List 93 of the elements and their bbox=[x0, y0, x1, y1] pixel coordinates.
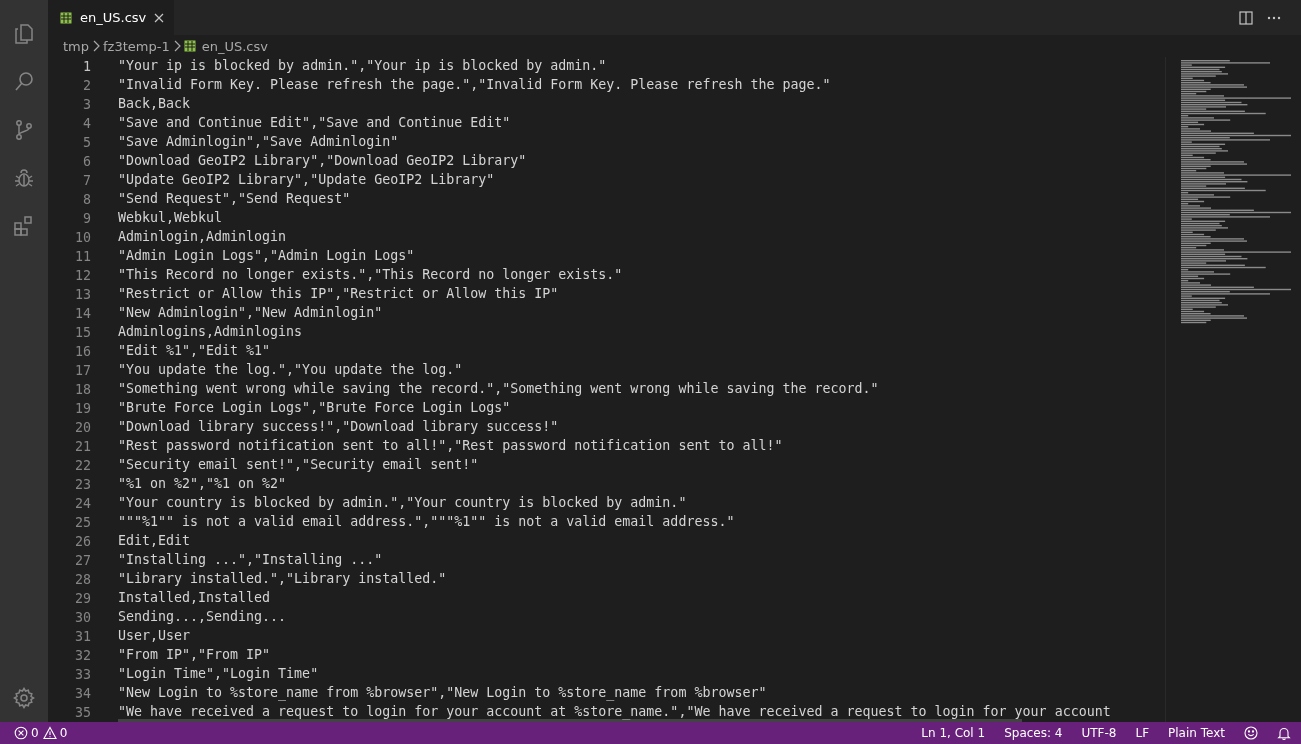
line-number: 21 bbox=[74, 438, 91, 456]
code-line: "Something went wrong while saving the record.","Something went wrong while saving the record." bbox=[118, 382, 879, 396]
warning-icon bbox=[42, 726, 57, 740]
code-line: "Download GeoIP2 Library","Download GeoIP2 Library" bbox=[118, 154, 527, 168]
line-number: 34 bbox=[74, 685, 91, 703]
chevron-icon bbox=[172, 40, 181, 52]
line-number: 6 bbox=[82, 153, 91, 171]
code-line: "Your country is blocked by admin.","Your country is blocked by admin." bbox=[118, 496, 687, 510]
code-line: Edit,Edit bbox=[118, 534, 191, 548]
line-number: 11 bbox=[74, 248, 91, 266]
code-line: "Security email sent!","Security email sent!" bbox=[118, 458, 479, 472]
line-number: 29 bbox=[74, 590, 91, 608]
code-line: "This Record no longer exists.","This Record no longer exists." bbox=[118, 268, 623, 282]
line-number: 3 bbox=[82, 96, 91, 114]
line-number: 23 bbox=[74, 476, 91, 494]
code-line: "You update the log.","You update the log." bbox=[118, 363, 463, 377]
line-number: 13 bbox=[74, 286, 91, 304]
code-line: "Brute Force Login Logs","Brute Force Login Logs" bbox=[118, 401, 511, 415]
code-line: "New Login to %store_name from %browser","New Login to %store_name from %browser" bbox=[118, 686, 767, 700]
code-line: Adminlogins,Adminlogins bbox=[118, 325, 303, 339]
more-icon[interactable] bbox=[1267, 15, 1281, 20]
line-number: 16 bbox=[74, 343, 91, 361]
line-number: 33 bbox=[74, 666, 91, 684]
bell-icon[interactable] bbox=[1277, 726, 1291, 740]
line-number: 24 bbox=[74, 495, 91, 513]
line-number: 1 bbox=[82, 58, 91, 76]
chevron-icon bbox=[92, 40, 100, 52]
split-editor-icon[interactable] bbox=[1239, 10, 1253, 25]
status-item[interactable]: Spaces: 4 bbox=[1004, 726, 1063, 740]
line-number: 26 bbox=[74, 533, 91, 551]
breadcrumb-item[interactable]: tmp bbox=[63, 38, 89, 54]
code-line: "Invalid Form Key. Please refresh the page.","Invalid Form Key. Please refresh the page." bbox=[118, 78, 831, 92]
error-icon bbox=[14, 726, 28, 740]
line-number: 7 bbox=[82, 172, 91, 190]
line-number: 22 bbox=[74, 457, 91, 475]
code-line: "Update GeoIP2 Library","Update GeoIP2 Library" bbox=[118, 173, 495, 187]
code-line: Installed,Installed bbox=[118, 591, 271, 605]
line-number: 32 bbox=[74, 647, 91, 665]
line-number: 31 bbox=[74, 628, 91, 646]
code-line: "Login Time","Login Time" bbox=[118, 667, 319, 681]
code-line: "Rest password notification sent to all!","Rest password notification sent to all!" bbox=[118, 439, 783, 453]
line-number: 15 bbox=[74, 324, 91, 342]
code-line: """%1"" is not a valid email address.","""%1"" is not a valid email address." bbox=[118, 515, 735, 529]
editor-tab[interactable]: en_US.csv bbox=[48, 0, 175, 35]
status-item[interactable]: LF bbox=[1135, 726, 1150, 740]
line-number: 25 bbox=[74, 514, 91, 532]
line-number: 18 bbox=[74, 381, 91, 399]
line-number: 10 bbox=[74, 229, 91, 247]
spreadsheet-icon bbox=[183, 40, 196, 52]
warning-count[interactable]: 0 bbox=[59, 726, 68, 740]
line-number: 27 bbox=[74, 552, 91, 570]
line-number: 19 bbox=[74, 400, 91, 418]
horizontal-scrollbar[interactable] bbox=[118, 719, 1022, 722]
line-number: 17 bbox=[74, 362, 91, 380]
line-number: 35 bbox=[74, 704, 91, 722]
code-line: "We have received a request to login for your account at %store_name.","We have received a request to login for your account bbox=[118, 705, 1111, 719]
code-line: "Save Adminlogin","Save Adminlogin" bbox=[118, 135, 399, 149]
code-line: "Installing ...","Installing ..." bbox=[118, 553, 383, 567]
code-line: "Download library success!","Download library success!" bbox=[118, 420, 559, 434]
code-line: "Admin Login Logs","Admin Login Logs" bbox=[118, 249, 415, 263]
close-icon[interactable] bbox=[154, 12, 165, 23]
line-number: 5 bbox=[82, 134, 91, 152]
code-line: "Save and Continue Edit","Save and Continue Edit" bbox=[118, 116, 511, 130]
code-line: "%1 on %2","%1 on %2" bbox=[118, 477, 287, 491]
line-number: 4 bbox=[82, 115, 91, 133]
line-number: 2 bbox=[82, 77, 91, 95]
code-line: "Restrict or Allow this IP","Restrict or Allow this IP" bbox=[118, 287, 559, 301]
line-number: 9 bbox=[82, 210, 91, 228]
smiley-icon[interactable] bbox=[1244, 726, 1258, 740]
spreadsheet-icon bbox=[60, 11, 72, 24]
code-line: "From IP","From IP" bbox=[118, 648, 271, 662]
line-number: 28 bbox=[74, 571, 91, 589]
code-line: User,User bbox=[118, 629, 191, 643]
status-item[interactable]: Ln 1, Col 1 bbox=[921, 726, 986, 740]
code-line: "Send Request","Send Request" bbox=[118, 192, 351, 206]
breadcrumb-item[interactable]: en_US.csv bbox=[201, 38, 268, 54]
breadcrumb-item[interactable]: fz3temp-1 bbox=[103, 38, 170, 54]
code-line: "Library installed.","Library installed." bbox=[118, 572, 447, 586]
code-line: Sending...,Sending... bbox=[118, 610, 287, 624]
line-number: 30 bbox=[74, 609, 91, 627]
line-number: 8 bbox=[82, 191, 91, 209]
line-number: 14 bbox=[74, 305, 91, 323]
error-count[interactable]: 0 bbox=[31, 726, 39, 740]
code-line: "Edit %1","Edit %1" bbox=[118, 344, 271, 358]
code-line: "Your ip is blocked by admin.","Your ip is blocked by admin." bbox=[118, 59, 607, 73]
code-line: Back,Back bbox=[118, 97, 191, 111]
status-item[interactable]: Plain Text bbox=[1168, 726, 1225, 740]
line-number: 20 bbox=[74, 419, 91, 437]
code-line: Adminlogin,Adminlogin bbox=[118, 230, 287, 244]
line-number: 12 bbox=[74, 267, 91, 285]
code-line: "New Adminlogin","New Adminlogin" bbox=[118, 306, 383, 320]
code-line: Webkul,Webkul bbox=[118, 211, 223, 225]
status-item[interactable]: UTF-8 bbox=[1081, 726, 1117, 740]
